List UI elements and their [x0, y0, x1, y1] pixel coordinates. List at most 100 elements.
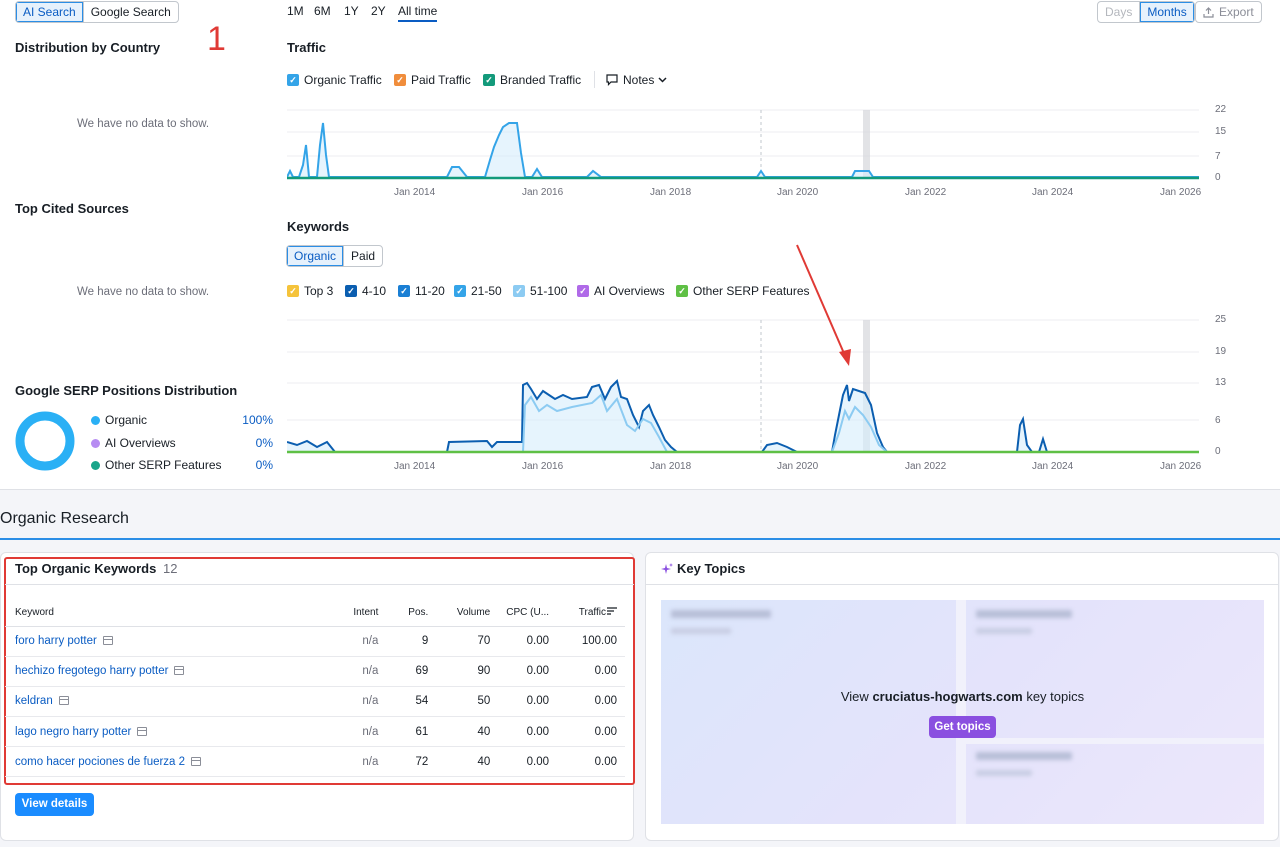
serp-features-icon[interactable]	[191, 756, 202, 766]
col-pos[interactable]: Pos.	[386, 600, 437, 627]
organic-tab[interactable]: Organic	[287, 246, 344, 266]
organic-research-title: Organic Research	[0, 510, 129, 527]
range-tab-2y[interactable]: 2Y	[371, 4, 386, 18]
keywords-x-tick: Jan 2022	[905, 461, 947, 472]
card-header-divider	[646, 584, 1278, 585]
range-tab-6m[interactable]: 6M	[314, 4, 331, 18]
serp-donut-chart	[15, 411, 75, 471]
keywords-x-tick: Jan 2016	[522, 461, 564, 472]
traffic-x-tick: Jan 2026	[1160, 187, 1202, 198]
serp-features-icon[interactable]	[137, 726, 148, 736]
range-tab-all-time[interactable]: All time	[398, 4, 438, 22]
legend-11-20[interactable]: ✓ 11-20	[398, 284, 445, 298]
ai-overviews-dot-icon	[91, 438, 100, 448]
period-toggle: Days Months	[1097, 1, 1195, 23]
volume-cell: 50	[436, 686, 499, 718]
serp-organic-pct: 100%	[242, 413, 273, 427]
checkbox-icon: ✓	[513, 285, 525, 297]
table-row: como hacer pociones de fuerza 2 n/a 72 4…	[5, 746, 625, 778]
legend-21-50[interactable]: ✓ 21-50	[454, 284, 502, 298]
col-traffic[interactable]: Traffic	[557, 600, 625, 627]
position-cell: 72	[386, 746, 437, 778]
volume-cell: 70	[436, 626, 499, 657]
volume-cell: 40	[436, 746, 499, 778]
traffic-chart	[287, 109, 1199, 180]
paid-tab[interactable]: Paid	[343, 246, 382, 266]
google-search-button[interactable]: Google Search	[82, 2, 178, 22]
serp-features-icon[interactable]	[102, 636, 113, 646]
top-cited-sources-title: Top Cited Sources	[15, 201, 129, 216]
cpc-cell: 0.00	[498, 626, 558, 657]
keyword-link[interactable]: lago negro harry potter	[15, 726, 131, 738]
checkbox-icon: ✓	[287, 285, 299, 297]
legend-branded-traffic[interactable]: ✓ Branded Traffic	[483, 73, 581, 87]
serp-features-icon[interactable]	[174, 666, 185, 676]
range-tab-1y[interactable]: 1Y	[344, 4, 359, 18]
view-topics-text: View cruciatus-hogwarts.com key topics	[840, 689, 1085, 704]
keyword-link[interactable]: foro harry potter	[15, 635, 97, 647]
traffic-x-tick: Jan 2020	[777, 187, 819, 198]
keywords-y-tick: 13	[1215, 377, 1227, 388]
days-button[interactable]: Days	[1098, 2, 1139, 22]
table-row: foro harry potter n/a 9 70 0.00 100.00	[5, 626, 625, 657]
get-topics-button[interactable]: Get topics	[929, 716, 996, 738]
blurred-topic	[976, 752, 1072, 760]
section-divider	[0, 538, 1280, 540]
col-intent[interactable]: Intent	[334, 600, 387, 627]
legend-paid-traffic[interactable]: ✓ Paid Traffic	[394, 73, 471, 87]
intent-cell: n/a	[334, 686, 387, 718]
col-keyword[interactable]: Keyword	[5, 600, 335, 627]
intent-cell: n/a	[334, 716, 387, 748]
traffic-x-tick: Jan 2022	[905, 187, 947, 198]
keywords-y-tick: 0	[1215, 446, 1221, 457]
blurred-topic	[976, 628, 1032, 634]
keyword-link[interactable]: como hacer pociones de fuerza 2	[15, 756, 185, 768]
checkbox-icon: ✓	[345, 285, 357, 297]
serp-ai-overviews-pct: 0%	[255, 436, 273, 450]
intent-cell: n/a	[334, 746, 387, 778]
top-keywords-title: Top Organic Keywords	[15, 561, 157, 576]
months-button[interactable]: Months	[1139, 2, 1194, 22]
notes-dropdown[interactable]: Notes	[606, 73, 667, 87]
annotation-number: 1	[207, 20, 226, 58]
cpc-cell: 0.00	[498, 716, 558, 748]
intent-cell: n/a	[334, 656, 387, 687]
traffic-cell: 0.00	[557, 656, 625, 687]
legend-top-3[interactable]: ✓ Top 3	[287, 284, 333, 298]
legend-ai-overviews[interactable]: ✓ AI Overviews	[577, 284, 665, 298]
ai-search-button[interactable]: AI Search	[16, 2, 83, 22]
keyword-link[interactable]: hechizo fregotego harry potter	[15, 665, 168, 677]
traffic-y-tick: 22	[1215, 104, 1227, 115]
serp-row-ai-overviews: AI Overviews	[91, 436, 176, 450]
legend-4-10[interactable]: ✓ 4-10	[345, 284, 386, 298]
traffic-cell: 0.00	[557, 716, 625, 748]
blurred-topic	[671, 610, 771, 618]
checkbox-icon: ✓	[287, 74, 299, 86]
organic-dot-icon	[91, 415, 100, 425]
keyword-link[interactable]: keldran	[15, 695, 53, 707]
other-features-dot-icon	[91, 460, 100, 470]
checkbox-icon: ✓	[454, 285, 466, 297]
traffic-y-tick: 15	[1215, 126, 1227, 137]
cpc-cell: 0.00	[498, 656, 558, 687]
col-cpc[interactable]: CPC (U...	[498, 600, 558, 627]
position-cell: 9	[386, 626, 437, 657]
export-label: Export	[1219, 5, 1254, 19]
export-icon	[1203, 6, 1214, 18]
traffic-x-tick: Jan 2016	[522, 187, 564, 198]
serp-other-features-pct: 0%	[255, 458, 273, 472]
card-header-divider	[5, 584, 634, 585]
key-topics-header: Key Topics	[661, 561, 745, 576]
checkbox-icon: ✓	[394, 74, 406, 86]
view-details-button[interactable]: View details	[15, 793, 94, 816]
col-volume[interactable]: Volume	[436, 600, 499, 627]
legend-51-100[interactable]: ✓ 51-100	[513, 284, 567, 298]
traffic-cell: 0.00	[557, 746, 625, 778]
range-tab-1m[interactable]: 1M	[287, 4, 304, 18]
search-type-toggle: AI Search Google Search	[15, 1, 179, 23]
traffic-x-tick: Jan 2018	[650, 187, 692, 198]
legend-organic-traffic[interactable]: ✓ Organic Traffic	[287, 73, 382, 87]
volume-cell: 40	[436, 716, 499, 748]
export-button[interactable]: Export	[1195, 1, 1262, 23]
serp-features-icon[interactable]	[58, 696, 69, 706]
